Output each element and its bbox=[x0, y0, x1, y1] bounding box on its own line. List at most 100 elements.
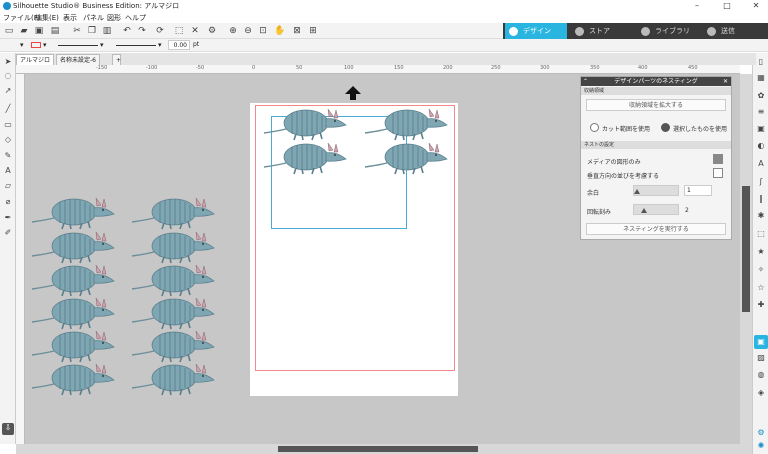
eyedropper-icon[interactable]: ✒ bbox=[3, 213, 13, 223]
menu-edit[interactable]: 編集(E) bbox=[35, 13, 59, 23]
armadillo-shape[interactable] bbox=[262, 137, 348, 175]
print-icon[interactable]: ▤ bbox=[50, 26, 60, 36]
menu-shape[interactable]: 図形 bbox=[107, 13, 121, 23]
replicate-icon[interactable]: ✱ bbox=[756, 211, 766, 221]
deselect-icon[interactable]: ✕ bbox=[190, 26, 200, 36]
zoom-select-icon[interactable]: ⊡ bbox=[258, 26, 268, 36]
star-icon[interactable]: ★ bbox=[756, 247, 766, 257]
close-button[interactable]: ✕ bbox=[745, 0, 767, 12]
curve-icon[interactable]: ʃ bbox=[756, 177, 766, 187]
transform-icon[interactable]: ⬚ bbox=[756, 229, 766, 239]
armadillo-shape[interactable] bbox=[30, 192, 116, 230]
half-circle-icon[interactable]: ◐ bbox=[756, 141, 766, 151]
armadillo-shape[interactable] bbox=[30, 358, 116, 396]
doc-tab-untitled[interactable]: 名称未設定-6 bbox=[56, 54, 100, 65]
padding-input[interactable]: 1 bbox=[684, 185, 712, 196]
paste-icon[interactable]: ▥ bbox=[102, 26, 112, 36]
horizontal-scrollbar[interactable] bbox=[16, 444, 752, 454]
radio-cut-area[interactable] bbox=[590, 123, 599, 132]
padding-slider[interactable] bbox=[633, 185, 679, 196]
armadillo-shape[interactable] bbox=[262, 103, 348, 141]
grid-icon[interactable]: ▦ bbox=[756, 73, 766, 83]
save-icon[interactable]: ▣ bbox=[34, 26, 44, 36]
rotation-slider-handle-icon[interactable] bbox=[641, 208, 647, 213]
menu-panel[interactable]: パネル bbox=[83, 13, 104, 23]
vertical-scrollbar[interactable] bbox=[740, 74, 752, 444]
line-width-input[interactable]: 0.00 bbox=[168, 40, 190, 50]
padding-slider-handle-icon[interactable] bbox=[634, 189, 640, 194]
page-setup-icon[interactable]: ▯ bbox=[756, 57, 766, 67]
add-page-icon[interactable]: ⊞ bbox=[308, 26, 318, 36]
vertical-scroll-thumb[interactable] bbox=[742, 186, 750, 312]
polygon-tool-icon[interactable]: ◇ bbox=[3, 135, 13, 145]
line-width-dropdown-icon[interactable]: ▾ bbox=[158, 41, 162, 49]
armadillo-shape[interactable] bbox=[363, 137, 449, 175]
menu-view[interactable]: 表示 bbox=[63, 13, 77, 23]
zoom-out-icon[interactable]: ⊖ bbox=[243, 26, 253, 36]
panel-close-icon[interactable]: ✕ bbox=[723, 78, 728, 85]
vertical-order-checkbox[interactable] bbox=[713, 168, 723, 178]
select-arrow-icon[interactable]: ➤ bbox=[3, 57, 13, 67]
text-tool-icon[interactable]: A bbox=[3, 166, 13, 176]
line-style-dropdown-icon[interactable]: ▾ bbox=[100, 41, 104, 49]
tab-design[interactable]: デザイン bbox=[505, 23, 567, 39]
line-style-icon[interactable]: ≡ bbox=[756, 107, 766, 117]
knife-icon[interactable]: ⌀ bbox=[3, 197, 13, 207]
hatch-icon[interactable]: ▨ bbox=[756, 353, 766, 363]
add-tab-button[interactable]: + bbox=[112, 54, 121, 65]
dropdown-arrow-icon[interactable]: ▾ bbox=[20, 41, 24, 49]
armadillo-shape[interactable] bbox=[363, 103, 449, 141]
armadillo-shape[interactable] bbox=[130, 192, 216, 230]
panel-collapse-icon[interactable]: ⌃ bbox=[583, 78, 588, 85]
pencil-icon[interactable]: ✎ bbox=[3, 151, 13, 161]
fit-page-icon[interactable]: ⊠ bbox=[292, 26, 302, 36]
tab-store[interactable]: ストア bbox=[571, 23, 633, 39]
send-gear-icon[interactable]: ✺ bbox=[756, 441, 766, 451]
library-folder-icon[interactable]: ⇩ bbox=[2, 423, 14, 435]
minimize-button[interactable]: – bbox=[686, 0, 708, 12]
line-style-preview[interactable] bbox=[58, 45, 98, 46]
line-width-preview[interactable] bbox=[116, 45, 156, 46]
select-all-icon[interactable]: ⬚ bbox=[174, 26, 184, 36]
cube-icon[interactable]: ◈ bbox=[756, 388, 766, 398]
outline-star-icon[interactable]: ☆ bbox=[756, 283, 766, 293]
lasso-icon[interactable]: ◌ bbox=[3, 71, 13, 81]
menu-help[interactable]: ヘルプ bbox=[125, 13, 146, 23]
palette-icon[interactable]: ✿ bbox=[756, 91, 766, 101]
media-shapes-only-checkbox[interactable] bbox=[713, 154, 723, 164]
edit-points-icon[interactable]: ↗ bbox=[3, 86, 13, 96]
rotation-value[interactable]: 2 bbox=[685, 207, 689, 214]
open-folder-icon[interactable]: ▰ bbox=[19, 26, 29, 36]
armadillo-shape[interactable] bbox=[130, 358, 216, 396]
copy-icon[interactable]: ❐ bbox=[87, 26, 97, 36]
new-file-icon[interactable]: ▭ bbox=[4, 26, 14, 36]
rectangle-tool-icon[interactable]: ▭ bbox=[3, 120, 13, 130]
globe-icon[interactable]: ◍ bbox=[756, 370, 766, 380]
undo-icon[interactable]: ↶ bbox=[122, 26, 132, 36]
nesting-panel-icon[interactable]: ▣ bbox=[754, 335, 768, 349]
cross-icon[interactable]: ✚ bbox=[756, 300, 766, 310]
cut-icon[interactable]: ✂ bbox=[72, 26, 82, 36]
trace-icon[interactable]: ⚙ bbox=[207, 26, 217, 36]
doc-tab-armadillo[interactable]: アルマジロ bbox=[16, 54, 54, 65]
radio-selected[interactable] bbox=[661, 123, 670, 132]
fill-dropdown-icon[interactable]: ▾ bbox=[43, 41, 47, 49]
zoom-in-icon[interactable]: ⊕ bbox=[228, 26, 238, 36]
dotted-star-icon[interactable]: ✧ bbox=[756, 265, 766, 275]
align-icon[interactable]: ‖ bbox=[756, 194, 766, 204]
redo-icon[interactable]: ↷ bbox=[137, 26, 147, 36]
fill-color-swatch[interactable] bbox=[31, 42, 41, 48]
refresh-icon[interactable]: ⟳ bbox=[155, 26, 165, 36]
eraser-icon[interactable]: ▱ bbox=[3, 181, 13, 191]
pan-hand-icon[interactable]: ✋ bbox=[274, 26, 285, 36]
text-style-icon[interactable]: A bbox=[756, 159, 766, 169]
pen-icon[interactable]: ✐ bbox=[3, 228, 13, 238]
expand-area-button[interactable]: 収納領域を拡大する bbox=[586, 99, 726, 111]
horizontal-scroll-thumb[interactable] bbox=[278, 446, 478, 452]
maximize-button[interactable]: □ bbox=[716, 0, 738, 12]
line-tool-icon[interactable]: ╱ bbox=[3, 104, 13, 114]
fill-icon[interactable]: ▣ bbox=[756, 124, 766, 134]
settings-gear-icon[interactable]: ⚙ bbox=[756, 428, 766, 438]
rotation-slider[interactable] bbox=[633, 204, 679, 215]
tab-send[interactable]: 送信 bbox=[703, 23, 765, 39]
